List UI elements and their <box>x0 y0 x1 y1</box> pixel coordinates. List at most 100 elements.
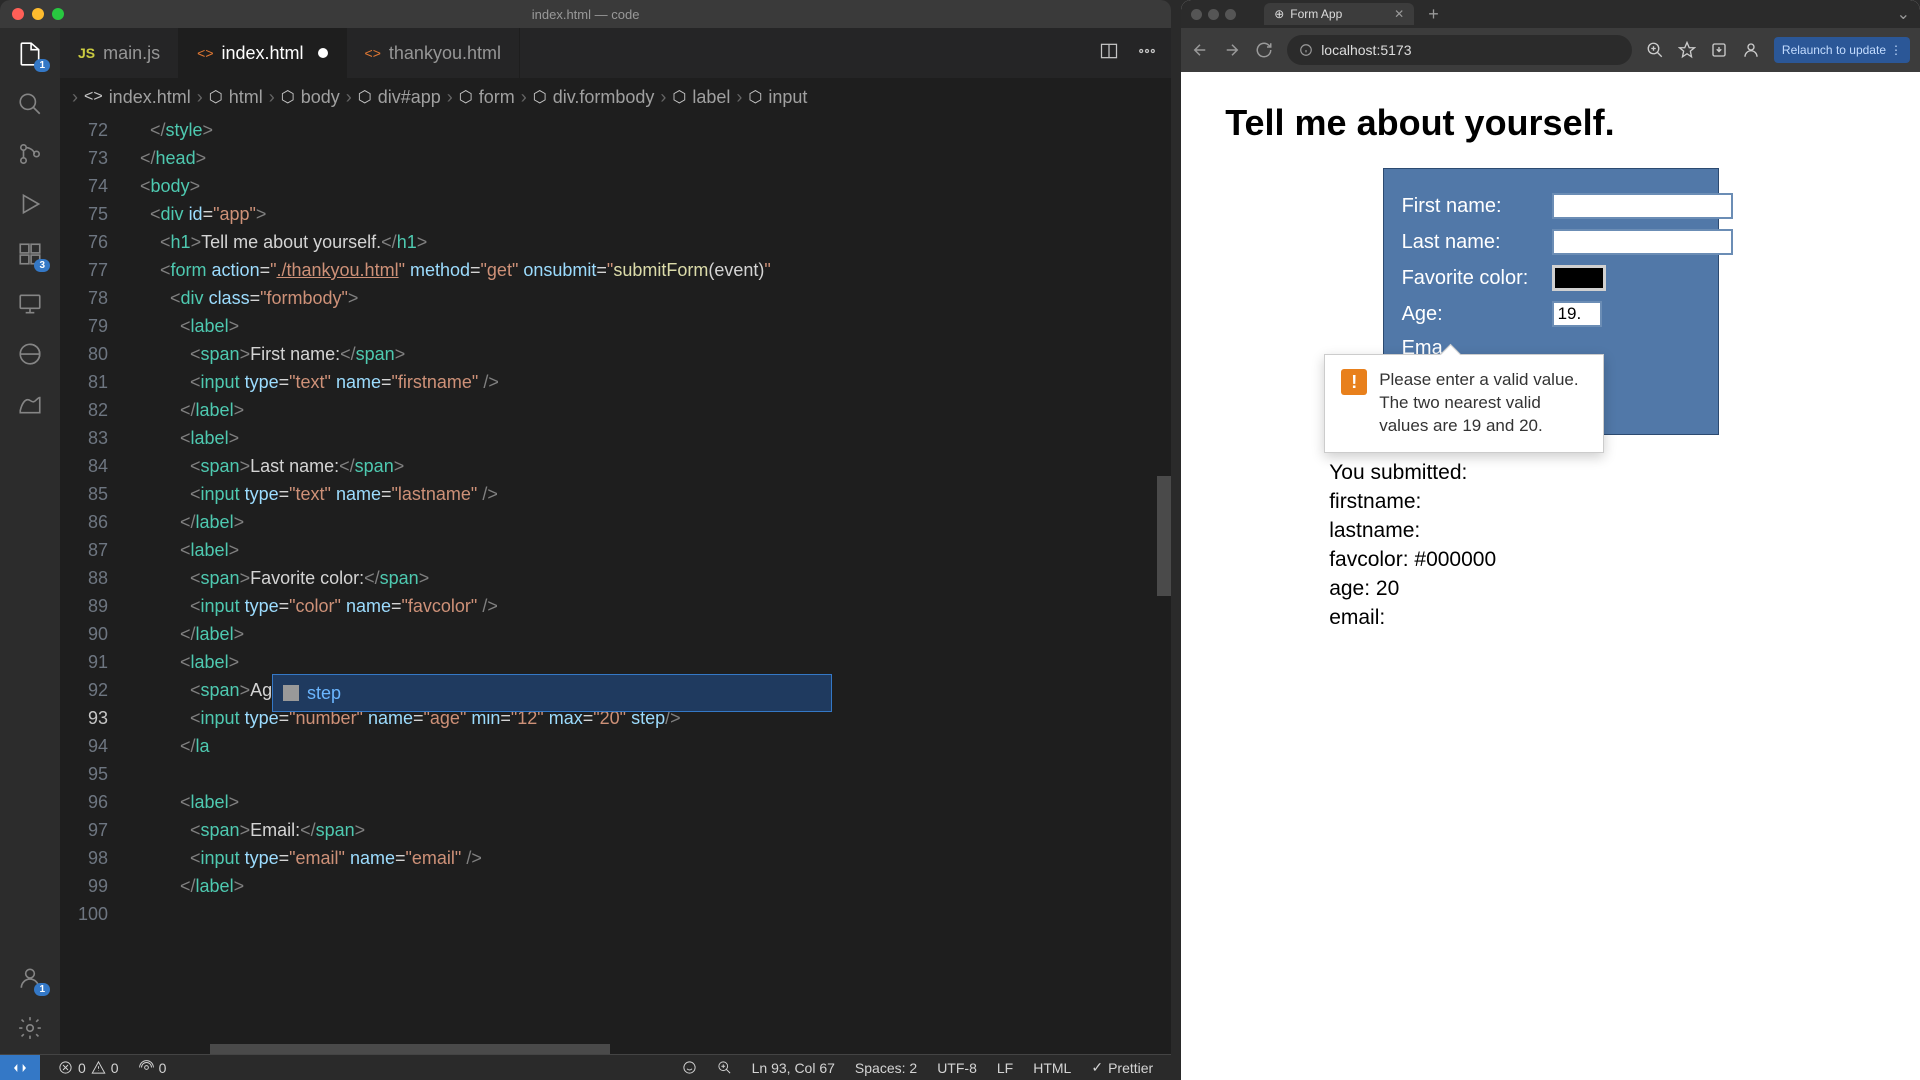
feedback-icon[interactable] <box>672 1059 707 1076</box>
maximize-window-button[interactable] <box>52 8 64 20</box>
vscode-body: 1 3 <box>0 28 1171 1054</box>
eol-status[interactable]: LF <box>987 1059 1023 1076</box>
browser-tab[interactable]: ⊕ Form App ✕ <box>1264 3 1414 25</box>
ports-status[interactable]: 0 <box>129 1060 177 1076</box>
close-window-button[interactable] <box>1191 9 1202 20</box>
address-bar[interactable]: localhost:5173 <box>1287 35 1632 65</box>
autocomplete-popup[interactable]: step <box>272 674 832 712</box>
formatter-status[interactable]: ✓ Prettier <box>1081 1059 1163 1076</box>
tab-label: index.html <box>222 43 304 64</box>
firstname-row: First name: <box>1402 193 1700 219</box>
maximize-window-button[interactable] <box>1225 9 1236 20</box>
snippet-icon <box>283 685 299 701</box>
minimize-window-button[interactable] <box>1208 9 1219 20</box>
camel-icon[interactable] <box>16 390 44 418</box>
lastname-input[interactable] <box>1552 229 1733 255</box>
account-icon[interactable]: 1 <box>16 964 44 992</box>
close-tab-icon[interactable]: ✕ <box>1394 7 1404 21</box>
tab-main-js[interactable]: JS main.js <box>60 28 179 78</box>
autocomplete-item[interactable]: step <box>307 679 341 707</box>
breadcrumb-item[interactable]: div#app <box>378 87 441 108</box>
symbol-icon: ⬡ <box>459 87 473 107</box>
site-icon: ⊕ <box>1274 7 1284 21</box>
editor-area: JS main.js <> index.html <> thankyou.htm… <box>60 28 1171 1054</box>
more-actions-icon[interactable] <box>1137 41 1157 66</box>
forward-button[interactable] <box>1223 41 1241 59</box>
language-mode[interactable]: HTML <box>1023 1059 1081 1076</box>
code-content[interactable]: </style> </head> <body> <div id="app"> <… <box>130 116 1171 1054</box>
remote-indicator[interactable] <box>0 1055 40 1080</box>
edge-icon[interactable] <box>16 340 44 368</box>
breadcrumb-item[interactable]: input <box>768 87 807 108</box>
color-input[interactable] <box>1552 265 1606 291</box>
tab-label: thankyou.html <box>389 43 501 64</box>
page-content: Tell me about yourself. First name: Last… <box>1181 72 1920 1080</box>
encoding-status[interactable]: UTF-8 <box>927 1059 987 1076</box>
browser-window: ⊕ Form App ✕ + ⌄ localhost:5173 Relaunch… <box>1181 0 1920 1080</box>
profile-icon[interactable] <box>1742 41 1760 59</box>
age-label: Age: <box>1402 303 1552 326</box>
scrollbar-thumb[interactable] <box>1157 476 1171 596</box>
tab-thankyou-html[interactable]: <> thankyou.html <box>347 28 520 78</box>
explorer-icon[interactable]: 1 <box>16 40 44 68</box>
page-heading: Tell me about yourself. <box>1225 102 1876 144</box>
indentation-status[interactable]: Spaces: 2 <box>845 1059 927 1076</box>
output-title: You submitted: <box>1329 459 1876 488</box>
relaunch-button[interactable]: Relaunch to update ⋮ <box>1774 37 1910 63</box>
symbol-icon: ⬡ <box>209 87 223 107</box>
close-window-button[interactable] <box>12 8 24 20</box>
html-file-icon: <> <box>84 88 103 106</box>
age-input[interactable] <box>1552 301 1602 327</box>
horizontal-scrollbar[interactable] <box>60 1044 1171 1054</box>
zoom-icon[interactable] <box>707 1059 742 1076</box>
output-line: favcolor: #000000 <box>1329 546 1876 575</box>
line-gutter: 7273747576777879808182838485868788899091… <box>60 116 130 1054</box>
search-icon[interactable] <box>16 90 44 118</box>
breadcrumb[interactable]: › <>index.html ›⬡html ›⬡body ›⬡div#app ›… <box>60 78 1171 116</box>
firstname-label: First name: <box>1402 195 1552 218</box>
extensions-icon[interactable]: 3 <box>16 240 44 268</box>
tab-label: main.js <box>103 43 160 64</box>
run-debug-icon[interactable] <box>16 190 44 218</box>
activity-bar: 1 3 <box>0 28 60 1054</box>
window-controls <box>12 8 64 20</box>
back-button[interactable] <box>1191 41 1209 59</box>
code-editor[interactable]: 7273747576777879808182838485868788899091… <box>60 116 1171 1054</box>
browser-toolbar: localhost:5173 Relaunch to update ⋮ <box>1181 28 1920 72</box>
minimize-window-button[interactable] <box>32 8 44 20</box>
breadcrumb-item[interactable]: html <box>229 87 263 108</box>
cursor-position[interactable]: Ln 93, Col 67 <box>742 1059 845 1076</box>
account-badge: 1 <box>34 983 50 996</box>
breadcrumb-item[interactable]: label <box>692 87 730 108</box>
output-block: You submitted: firstname: lastname: favc… <box>1225 459 1876 633</box>
tab-index-html[interactable]: <> index.html <box>179 28 346 78</box>
output-line: age: 20 <box>1329 575 1876 604</box>
info-icon <box>1299 43 1313 57</box>
settings-gear-icon[interactable] <box>16 1014 44 1042</box>
reload-button[interactable] <box>1255 41 1273 59</box>
breadcrumb-item[interactable]: body <box>301 87 340 108</box>
source-control-icon[interactable] <box>16 140 44 168</box>
breadcrumb-item[interactable]: form <box>479 87 515 108</box>
firstname-input[interactable] <box>1552 193 1733 219</box>
color-label: Favorite color: <box>1402 267 1552 290</box>
problems-status[interactable]: 0 0 <box>48 1060 129 1076</box>
extensions-badge: 3 <box>34 259 50 272</box>
statusbar: 0 0 0 Ln 93, Col 67 Spaces: 2 UTF-8 LF H… <box>0 1054 1171 1080</box>
html-file-icon: <> <box>365 45 381 61</box>
vertical-scrollbar[interactable] <box>1157 116 1171 1054</box>
breadcrumb-item[interactable]: index.html <box>109 87 191 108</box>
titlebar: index.html — code <box>0 0 1171 28</box>
bookmark-icon[interactable] <box>1678 41 1696 59</box>
split-editor-icon[interactable] <box>1099 41 1119 66</box>
zoom-icon[interactable] <box>1646 41 1664 59</box>
age-row: Age: <box>1402 301 1700 327</box>
new-tab-button[interactable]: + <box>1428 4 1439 25</box>
tab-overflow-icon[interactable]: ⌄ <box>1897 4 1910 24</box>
remote-explorer-icon[interactable] <box>16 290 44 318</box>
breadcrumb-item[interactable]: div.formbody <box>553 87 655 108</box>
scrollbar-thumb[interactable] <box>210 1044 610 1054</box>
color-row: Favorite color: <box>1402 265 1700 291</box>
warning-icon: ! <box>1341 369 1367 395</box>
install-icon[interactable] <box>1710 41 1728 59</box>
